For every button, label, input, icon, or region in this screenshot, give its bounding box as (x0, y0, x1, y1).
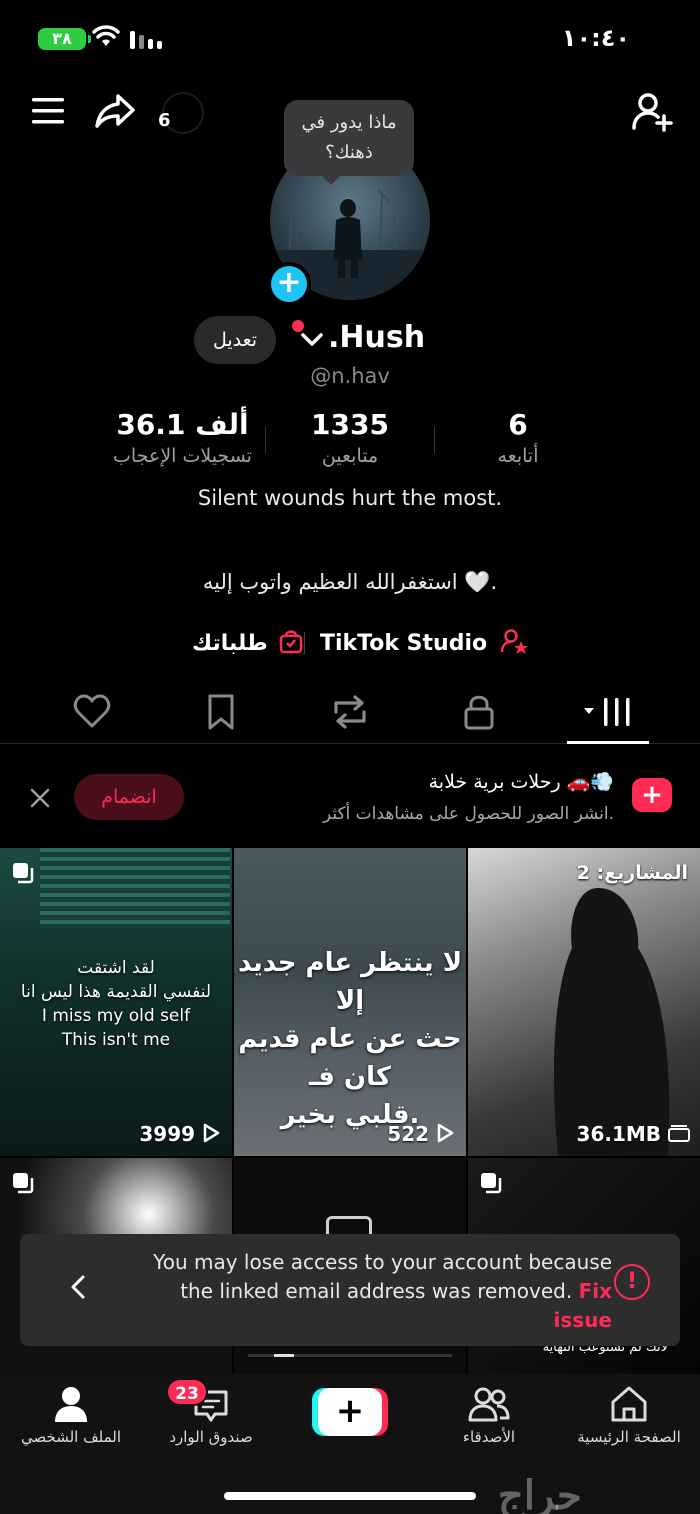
view-count: 522 (387, 1122, 454, 1146)
status-clock: ١٠:٤٠ (561, 24, 630, 52)
creator-star-icon (500, 629, 528, 654)
storage-size: 36.1MB (577, 1122, 690, 1146)
bio-line-2: استغفرالله العظيم واتوب إليه 🤍. (202, 570, 498, 594)
inbox-badge: 23 (166, 1378, 208, 1406)
shopping-bag-icon (280, 630, 303, 654)
orders-label: طلباتك (192, 631, 268, 656)
chevron-left-icon[interactable] (68, 1274, 88, 1300)
active-tab-indicator (567, 741, 649, 744)
projects-label: المشاريع: 2 (576, 862, 688, 884)
likes-count: 36.1 ألف (116, 408, 249, 441)
banner-add-icon[interactable]: + (632, 778, 672, 812)
nav-home[interactable]: الصفحة الرئيسية (564, 1384, 694, 1446)
banner-subtitle: انشر الصور للحصول على مشاهدات أكثر. (322, 804, 614, 824)
cellular-signal-icon (130, 31, 162, 49)
add-friend-icon[interactable] (632, 92, 674, 132)
promo-banner: انضمام رحلات برية خلابة 🚗💨 انشر الصور لل… (0, 746, 700, 846)
storage-size-value: 36.1MB (576, 1122, 662, 1146)
orders-link[interactable]: طلباتك (192, 628, 303, 656)
stat-divider (265, 426, 266, 454)
followers-label: متابعين (321, 445, 379, 467)
status-bar: ٣٨ ١٠:٤٠ (0, 0, 700, 78)
stat-likes[interactable]: 36.1 ألف تسجيلات الإعجاب (100, 408, 265, 467)
profile-stats: 36.1 ألف تسجيلات الإعجاب 1335 متابعين 6 … (0, 408, 700, 478)
create-button[interactable]: + (312, 1388, 388, 1436)
bio-line-1: Silent wounds hurt the most. (197, 486, 503, 510)
edit-profile-button[interactable]: تعديل (194, 316, 276, 364)
video-thumbnail[interactable]: لقد اشتقت لنفسي القديمة هذا ليس انا I mi… (0, 848, 232, 1156)
nav-friends-label: الأصدقاء (462, 1428, 516, 1446)
display-name-row[interactable]: .Hush (300, 320, 425, 355)
play-icon (437, 1123, 454, 1143)
folder-icon (668, 1125, 690, 1142)
studio-label: TikTok Studio (320, 631, 488, 656)
username: @n.hav (0, 364, 700, 388)
tab-private-lock-icon[interactable] (459, 692, 499, 732)
toast-message-text: You may lose access to your account beca… (153, 1250, 612, 1303)
username-text: @n.hav (310, 364, 390, 388)
share-count: 6 (158, 110, 171, 131)
display-name: .Hush (328, 320, 426, 355)
tab-reposts-icon[interactable] (330, 692, 370, 732)
play-icon (203, 1123, 220, 1143)
share-icon[interactable] (94, 92, 136, 130)
tab-videos-grid-icon[interactable] (582, 692, 634, 732)
home-indicator[interactable] (224, 1492, 476, 1500)
multi-photo-icon (13, 1173, 34, 1194)
silhouette-image (553, 888, 670, 1156)
nav-home-label: الصفحة الرئيسية (577, 1428, 681, 1446)
plus-icon: + (318, 1388, 382, 1436)
multi-photo-icon (13, 863, 34, 884)
likes-label: تسجيلات الإعجاب (113, 445, 252, 467)
home-icon (611, 1386, 647, 1422)
video-thumbnail[interactable]: لا ينتظر عام جديد إلا حث عن عام قديم كان… (234, 848, 466, 1156)
chevron-down-icon (301, 332, 323, 346)
nav-inbox-label: صندوق الوارد (169, 1428, 253, 1446)
followers-count: 1335 (311, 408, 389, 441)
tab-liked-heart-icon[interactable] (72, 692, 112, 732)
profile-links: طلباتك TikTok Studio (0, 624, 700, 660)
join-button[interactable]: انضمام (74, 774, 184, 820)
wifi-icon (92, 25, 120, 46)
banner-title: رحلات برية خلابة 🚗💨 (428, 771, 614, 793)
following-label: أتابعه (497, 445, 539, 467)
project-thumbnail[interactable]: المشاريع: 2 36.1MB (468, 848, 700, 1156)
menu-icon[interactable] (30, 96, 66, 126)
warning-icon: ! (614, 1264, 650, 1300)
nav-profile-label: الملف الشخصي (21, 1428, 121, 1446)
video-caption: لقد اشتقت لنفسي القديمة هذا ليس انا I mi… (20, 958, 212, 1050)
window-blinds (40, 848, 230, 928)
view-count-value: 3999 (139, 1122, 196, 1146)
stat-followers[interactable]: 1335 متابعين (280, 408, 420, 467)
account-warning-toast: You may lose access to your account beca… (20, 1234, 680, 1346)
stat-following[interactable]: 6 أتابعه (470, 408, 566, 467)
progress-fill (274, 1354, 294, 1357)
video-caption: لا ينتظر عام جديد إلا حث عن عام قديم كان… (237, 948, 463, 1130)
nav-friends[interactable]: الأصدقاء (424, 1384, 554, 1446)
thought-bubble[interactable]: ماذا يدور في ذهنك؟ (284, 100, 414, 185)
tab-saved-bookmark-icon[interactable] (201, 692, 241, 732)
stat-divider (434, 426, 435, 454)
profile-tabs (0, 680, 700, 744)
tiktok-studio-link[interactable]: TikTok Studio (320, 628, 529, 656)
toast-message: You may lose access to your account beca… (118, 1248, 612, 1335)
following-count: 6 (508, 408, 528, 441)
add-story-plus-icon[interactable]: + (267, 262, 311, 306)
view-count-value: 522 (387, 1122, 430, 1146)
profile-person-icon (55, 1387, 87, 1422)
view-count: 3999 (139, 1122, 220, 1146)
battery-indicator: ٣٨ (38, 28, 91, 50)
friends-icon (468, 1387, 510, 1422)
links-divider (304, 632, 305, 654)
nav-profile[interactable]: الملف الشخصي (6, 1384, 136, 1446)
site-watermark: حراج (498, 1472, 582, 1514)
multi-photo-icon (481, 1173, 502, 1194)
close-icon[interactable] (28, 786, 52, 810)
